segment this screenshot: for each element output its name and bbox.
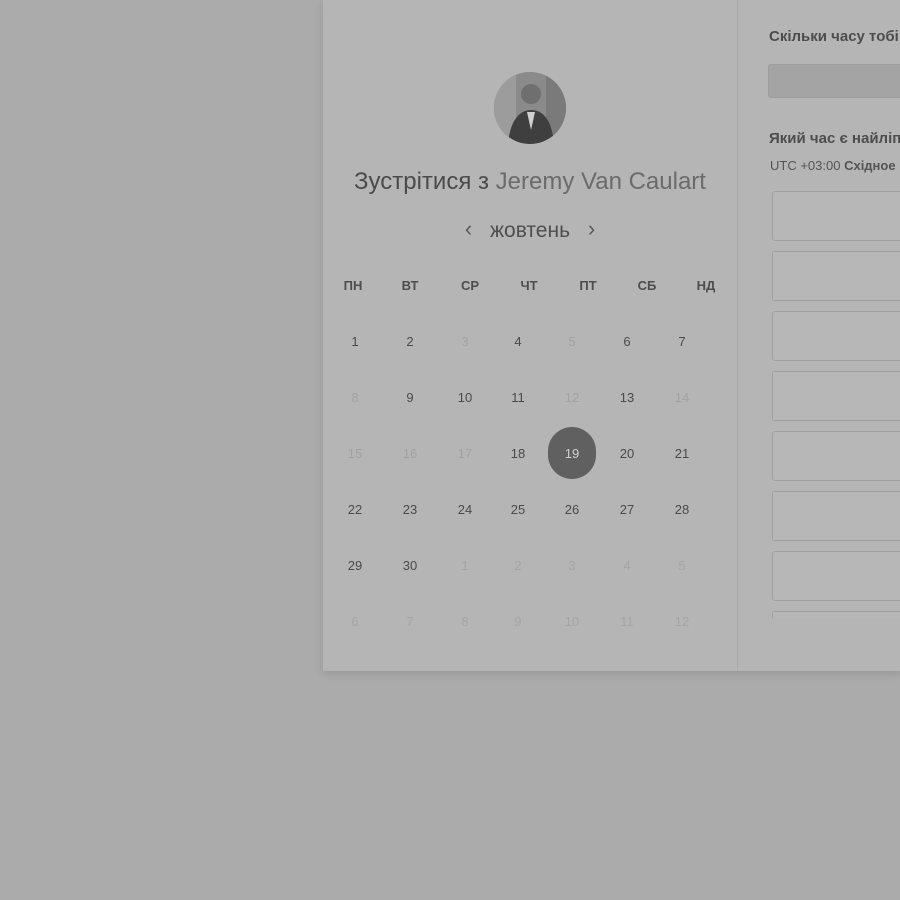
calendar-day: 4 xyxy=(623,557,631,573)
calendar-day[interactable]: 21 xyxy=(657,428,707,478)
calendar-day[interactable]: 27 xyxy=(602,484,652,534)
calendar-day[interactable]: 6 xyxy=(602,316,652,366)
time-slot-button[interactable] xyxy=(772,191,900,241)
weekday-label: ПН xyxy=(343,278,363,293)
calendar-day[interactable]: 24 xyxy=(440,484,490,534)
time-slot-button[interactable] xyxy=(772,371,900,421)
duration-selector[interactable] xyxy=(768,64,900,98)
duration-label: Скільки часу тобі xyxy=(769,28,899,45)
calendar-day[interactable]: 25 xyxy=(493,484,543,534)
timezone-name: Східное xyxy=(844,158,896,173)
calendar-day[interactable]: 30 xyxy=(385,540,435,590)
weekday-label: СР xyxy=(460,278,480,293)
selected-day[interactable]: 19 xyxy=(548,427,596,479)
calendar-day[interactable]: 4 xyxy=(493,316,543,366)
weekday-label: ПТ xyxy=(579,278,597,293)
calendar-day: 1 xyxy=(461,557,469,573)
chevron-right-icon[interactable]: › xyxy=(576,216,607,242)
calendar-day: 9 xyxy=(514,613,522,629)
calendar-day[interactable]: 20 xyxy=(602,428,652,478)
calendar-day[interactable]: 18 xyxy=(493,428,543,478)
timezone-offset: UTC +03:00 xyxy=(770,158,841,173)
calendar-day: 12 xyxy=(674,613,690,629)
time-selection-panel: Скільки часу тобі Який час є найліп UTC … xyxy=(738,0,900,671)
calendar-day: 17 xyxy=(457,445,473,461)
calendar-panel: Зустрітися з Jeremy Van Caulart ‹ жовтен… xyxy=(323,0,738,671)
calendar-day: 10 xyxy=(564,613,580,629)
chevron-left-icon[interactable]: ‹ xyxy=(453,216,484,242)
calendar-day: 6 xyxy=(351,613,359,629)
meeting-title: Зустрітися з Jeremy Van Caulart xyxy=(323,168,737,196)
time-slot-button[interactable] xyxy=(772,311,900,361)
month-navigation: ‹ жовтень › xyxy=(323,216,737,243)
calendar-day: 16 xyxy=(402,445,418,461)
calendar-day[interactable]: 9 xyxy=(385,372,435,422)
avatar-photo xyxy=(494,72,566,144)
weekday-label: СБ xyxy=(637,278,657,293)
calendar-day: 11 xyxy=(620,613,634,629)
calendar-day: 2 xyxy=(514,557,522,573)
weekday-label: ВТ xyxy=(401,278,419,293)
calendar-day[interactable]: 11 xyxy=(493,372,543,422)
best-time-label: Який час є найліп xyxy=(769,130,900,147)
calendar-day: 8 xyxy=(351,389,359,405)
weekday-label: ЧТ xyxy=(520,278,538,293)
timezone-line[interactable]: UTC +03:00 Східное xyxy=(770,158,896,173)
time-slot-button[interactable] xyxy=(772,611,900,618)
calendar-day: 5 xyxy=(678,557,686,573)
calendar-day[interactable]: 10 xyxy=(440,372,490,422)
time-slot-button[interactable] xyxy=(772,491,900,541)
calendar-day[interactable]: 2 xyxy=(385,316,435,366)
time-slot-list xyxy=(772,191,900,618)
meeting-title-prefix: Зустрітися з xyxy=(354,168,489,195)
month-label: жовтень xyxy=(489,219,571,242)
time-slot-button[interactable] xyxy=(772,551,900,601)
calendar-day: 14 xyxy=(674,389,690,405)
booking-card: Зустрітися з Jeremy Van Caulart ‹ жовтен… xyxy=(323,0,900,671)
calendar-day: 3 xyxy=(461,333,469,349)
calendar-day[interactable]: 13 xyxy=(602,372,652,422)
calendar-day: 15 xyxy=(347,445,363,461)
calendar-day: 12 xyxy=(564,389,580,405)
calendar-day[interactable]: 7 xyxy=(657,316,707,366)
calendar-day: 7 xyxy=(406,613,414,629)
time-slot-button[interactable] xyxy=(772,431,900,481)
calendar-day[interactable]: 28 xyxy=(657,484,707,534)
calendar-day[interactable]: 26 xyxy=(547,484,597,534)
calendar-day[interactable]: 22 xyxy=(330,484,380,534)
weekday-label: НД xyxy=(696,278,716,293)
calendar-day: 5 xyxy=(568,333,576,349)
calendar-day[interactable]: 23 xyxy=(385,484,435,534)
calendar-day: 8 xyxy=(461,613,469,629)
host-avatar xyxy=(494,72,566,144)
host-name: Jeremy Van Caulart xyxy=(495,168,706,195)
calendar-day[interactable]: 29 xyxy=(330,540,380,590)
time-slot-button[interactable] xyxy=(772,251,900,301)
calendar-day[interactable]: 1 xyxy=(330,316,380,366)
calendar-day: 3 xyxy=(568,557,576,573)
